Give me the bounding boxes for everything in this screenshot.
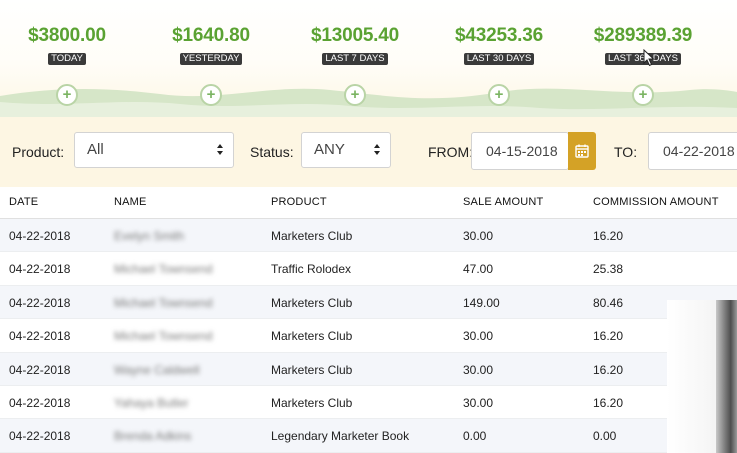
table-row[interactable]: 04-22-2018 Wayne Caldwell Marketers Club…	[0, 352, 737, 386]
expand-365-days-plus-icon[interactable]: +	[632, 84, 654, 106]
stat-label: YESTERDAY	[179, 53, 243, 65]
cell-commission-amount: 16.20	[593, 229, 624, 243]
cell-sale-amount: 47.00	[463, 262, 494, 277]
stat-yesterday: $1640.80 YESTERDAY	[146, 24, 276, 66]
cell-sale-amount: 149.00	[463, 295, 500, 310]
cell-date: 04-22-2018	[9, 295, 71, 310]
cell-product: Marketers Club	[271, 229, 353, 243]
column-header-sale-amount[interactable]: SALE AMOUNT	[463, 196, 543, 208]
stat-last-30-days: $43253.36 LAST 30 DAYS	[434, 24, 564, 66]
cell-commission-amount: 80.46	[593, 295, 624, 310]
stat-amount: $289389.39	[593, 25, 693, 46]
from-label: FROM:	[428, 144, 474, 160]
cell-date: 04-22-2018	[9, 262, 71, 277]
table-row[interactable]: 04-22-2018 Michael Townsend Traffic Rolo…	[0, 252, 737, 286]
sort-caret-icon	[217, 144, 224, 156]
table-header: DATE NAME PRODUCT SALE AMOUNT COMMISSION…	[0, 187, 737, 219]
table-row[interactable]: 04-22-2018 Evelyn Smith Marketers Club 3…	[0, 219, 737, 253]
stats-summary: $3800.00 TODAY $1640.80 YESTERDAY $13005…	[0, 0, 737, 117]
stat-label: TODAY	[48, 53, 86, 65]
cell-product: Marketers Club	[271, 295, 353, 310]
cell-product: Traffic Rolodex	[271, 262, 352, 277]
stat-today: $3800.00 TODAY	[2, 24, 132, 66]
filter-bar: Product: All Status: ANY FROM: 04-15-201…	[0, 117, 737, 187]
product-select-value: All	[87, 141, 104, 158]
cell-date: 04-22-2018	[9, 429, 71, 444]
expand-7-days-plus-icon[interactable]: +	[344, 84, 366, 106]
stat-label: LAST 7 DAYS	[322, 53, 388, 65]
column-header-commission-amount[interactable]: COMMISSION AMOUNT	[593, 196, 719, 208]
cell-name: Wayne Caldwell	[114, 362, 200, 377]
stat-amount: $1640.80	[172, 25, 250, 46]
product-select[interactable]: All	[74, 132, 234, 168]
cell-name: Brenda Adkins	[114, 429, 192, 444]
from-date-input[interactable]: 04-15-2018	[471, 132, 569, 170]
stat-amount: $43253.36	[454, 25, 543, 46]
wave-divider	[0, 88, 737, 117]
mouse-cursor-icon	[643, 49, 655, 67]
product-label: Product:	[12, 144, 65, 160]
cell-commission-amount: 16.20	[593, 362, 624, 377]
stat-amount: $13005.40	[310, 25, 399, 46]
cell-date: 04-22-2018	[9, 229, 71, 243]
stat-label: LAST 30 DAYS	[463, 53, 535, 65]
cell-sale-amount: 30.00	[463, 229, 494, 243]
cell-product: Marketers Club	[271, 362, 353, 377]
column-header-product[interactable]: PRODUCT	[271, 196, 327, 208]
side-panel-edge	[716, 300, 737, 453]
cell-commission-amount: 25.38	[593, 262, 624, 277]
cell-name: Michael Townsend	[114, 262, 213, 277]
expand-30-days-plus-icon[interactable]: +	[488, 84, 510, 106]
cell-date: 04-22-2018	[9, 362, 71, 377]
expand-today-plus-icon[interactable]: +	[56, 84, 78, 106]
expand-yesterday-plus-icon[interactable]: +	[200, 84, 222, 106]
column-header-date[interactable]: DATE	[9, 196, 38, 208]
cell-sale-amount: 0.00	[463, 429, 487, 444]
status-select[interactable]: ANY	[301, 132, 391, 168]
table-row[interactable]: 04-22-2018 Brenda Adkins Legendary Marke…	[0, 419, 737, 453]
to-date-input[interactable]: 04-22-2018	[648, 132, 737, 170]
table-row[interactable]: 04-22-2018 Yahaya Butler Marketers Club …	[0, 385, 737, 420]
cell-name: Michael Townsend	[114, 295, 213, 310]
cell-product: Legendary Marketer Book	[271, 429, 410, 444]
table-row[interactable]: 04-22-2018 Michael Townsend Marketers Cl…	[0, 285, 737, 320]
cell-name: Yahaya Butler	[114, 395, 189, 410]
cell-product: Marketers Club	[271, 395, 353, 410]
calendar-icon	[575, 144, 589, 158]
sales-table: DATE NAME PRODUCT SALE AMOUNT COMMISSION…	[0, 187, 737, 453]
table-row[interactable]: 04-22-2018 Michael Townsend Marketers Cl…	[0, 319, 737, 353]
cell-date: 04-22-2018	[9, 329, 71, 344]
cell-date: 04-22-2018	[9, 395, 71, 410]
status-select-value: ANY	[314, 141, 345, 158]
to-label: TO:	[614, 144, 638, 160]
status-label: Status:	[250, 144, 294, 160]
cell-commission-amount: 16.20	[593, 329, 624, 344]
cell-sale-amount: 30.00	[463, 329, 494, 344]
from-calendar-button[interactable]	[568, 132, 596, 170]
cell-name: Evelyn Smith	[114, 229, 185, 243]
cell-product: Marketers Club	[271, 329, 353, 344]
cell-commission-amount: 0.00	[593, 429, 617, 444]
cell-name: Michael Townsend	[114, 329, 213, 344]
column-header-name[interactable]: NAME	[114, 196, 147, 208]
stat-amount: $3800.00	[28, 25, 106, 46]
stat-last-7-days: $13005.40 LAST 7 DAYS	[290, 24, 420, 66]
cell-sale-amount: 30.00	[463, 362, 494, 377]
cell-commission-amount: 16.20	[593, 395, 624, 410]
sort-caret-icon	[374, 144, 381, 156]
cell-sale-amount: 30.00	[463, 395, 494, 410]
